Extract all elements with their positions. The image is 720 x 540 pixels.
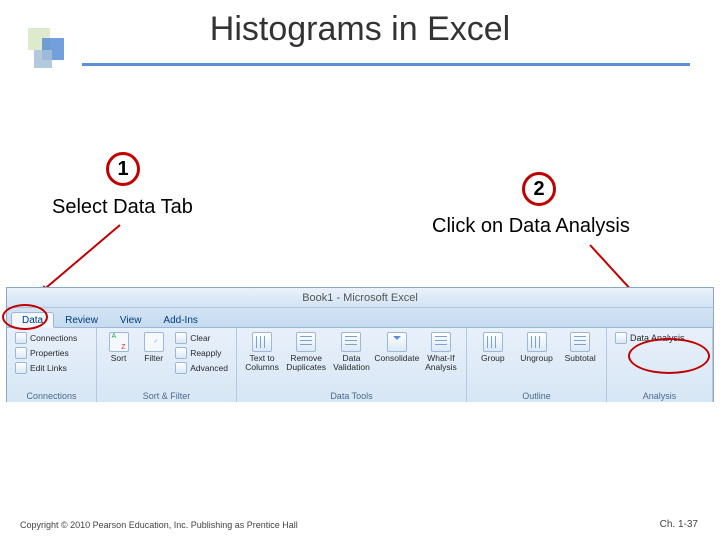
sort-icon: [109, 332, 129, 352]
group-analysis: Data Analysis Analysis: [607, 328, 713, 402]
subtotal-button[interactable]: Subtotal: [560, 331, 600, 364]
funnel-icon: [144, 332, 164, 352]
edit-links-icon: [15, 362, 27, 374]
properties-icon: [15, 347, 27, 359]
ungroup-button[interactable]: Ungroup: [517, 331, 557, 364]
text-to-columns-button[interactable]: Text to Columns: [243, 331, 281, 373]
group-sort-filter-label: Sort & Filter: [103, 391, 230, 402]
group-connections-label: Connections: [13, 391, 90, 402]
consolidate-icon: [387, 332, 407, 352]
step-1-circle: 1: [106, 152, 140, 186]
connections-button[interactable]: Connections: [13, 331, 79, 345]
group-button[interactable]: Group: [473, 331, 513, 364]
tab-review[interactable]: Review: [54, 312, 109, 327]
data-validation-icon: [341, 332, 361, 352]
filter-button[interactable]: Filter: [138, 331, 169, 364]
group-data-tools: Text to Columns Remove Duplicates Data V…: [237, 328, 467, 402]
data-analysis-icon: [615, 332, 627, 344]
group-sort-filter: Sort Filter Clear Reapply Advanced Sort …: [97, 328, 237, 402]
clear-filter-button[interactable]: Clear: [173, 331, 230, 345]
slide: Histograms in Excel 1 Select Data Tab 2 …: [0, 0, 720, 540]
remove-duplicates-button[interactable]: Remove Duplicates: [285, 331, 327, 373]
tab-add-ins[interactable]: Add-Ins: [152, 312, 208, 327]
reapply-button[interactable]: Reapply: [173, 346, 230, 360]
advanced-icon: [175, 362, 187, 374]
group-data-tools-label: Data Tools: [243, 391, 460, 402]
group-icon: [483, 332, 503, 352]
reapply-icon: [175, 347, 187, 359]
advanced-button[interactable]: Advanced: [173, 361, 230, 375]
what-if-button[interactable]: What-If Analysis: [422, 331, 460, 373]
link-icon: [15, 332, 27, 344]
slide-title: Histograms in Excel: [0, 10, 720, 49]
properties-button[interactable]: Properties: [13, 346, 79, 360]
tab-view[interactable]: View: [109, 312, 153, 327]
data-analysis-button[interactable]: Data Analysis: [613, 331, 687, 345]
step-1-number: 1: [117, 158, 128, 181]
edit-links-button[interactable]: Edit Links: [13, 361, 79, 375]
step-2-label: Click on Data Analysis: [432, 215, 630, 238]
group-outline: Group Ungroup Subtotal Outline: [467, 328, 607, 402]
group-connections: Connections Properties Edit Links Connec…: [7, 328, 97, 402]
remove-duplicates-icon: [296, 332, 316, 352]
ribbon-groups: Connections Properties Edit Links Connec…: [7, 328, 713, 402]
step-1-label: Select Data Tab: [52, 196, 193, 219]
tab-data[interactable]: Data: [11, 312, 54, 328]
consolidate-button[interactable]: Consolidate: [376, 331, 418, 364]
step-2-number: 2: [533, 178, 544, 201]
excel-ribbon-screenshot: Book1 - Microsoft Excel Data Review View…: [6, 287, 714, 402]
what-if-icon: [431, 332, 451, 352]
ungroup-icon: [527, 332, 547, 352]
subtotal-icon: [570, 332, 590, 352]
sort-button[interactable]: Sort: [103, 331, 134, 364]
copyright-footer: Copyright © 2010 Pearson Education, Inc.…: [20, 520, 298, 530]
group-outline-label: Outline: [473, 391, 600, 402]
window-title: Book1 - Microsoft Excel: [7, 288, 713, 308]
group-analysis-label: Analysis: [613, 391, 706, 402]
text-to-columns-icon: [252, 332, 272, 352]
ribbon-tabs: Data Review View Add-Ins: [7, 308, 713, 328]
clear-icon: [175, 332, 187, 344]
title-underline: [82, 63, 690, 66]
step-2-circle: 2: [522, 172, 556, 206]
page-number: Ch. 1-37: [660, 519, 698, 530]
data-validation-button[interactable]: Data Validation: [331, 331, 372, 373]
